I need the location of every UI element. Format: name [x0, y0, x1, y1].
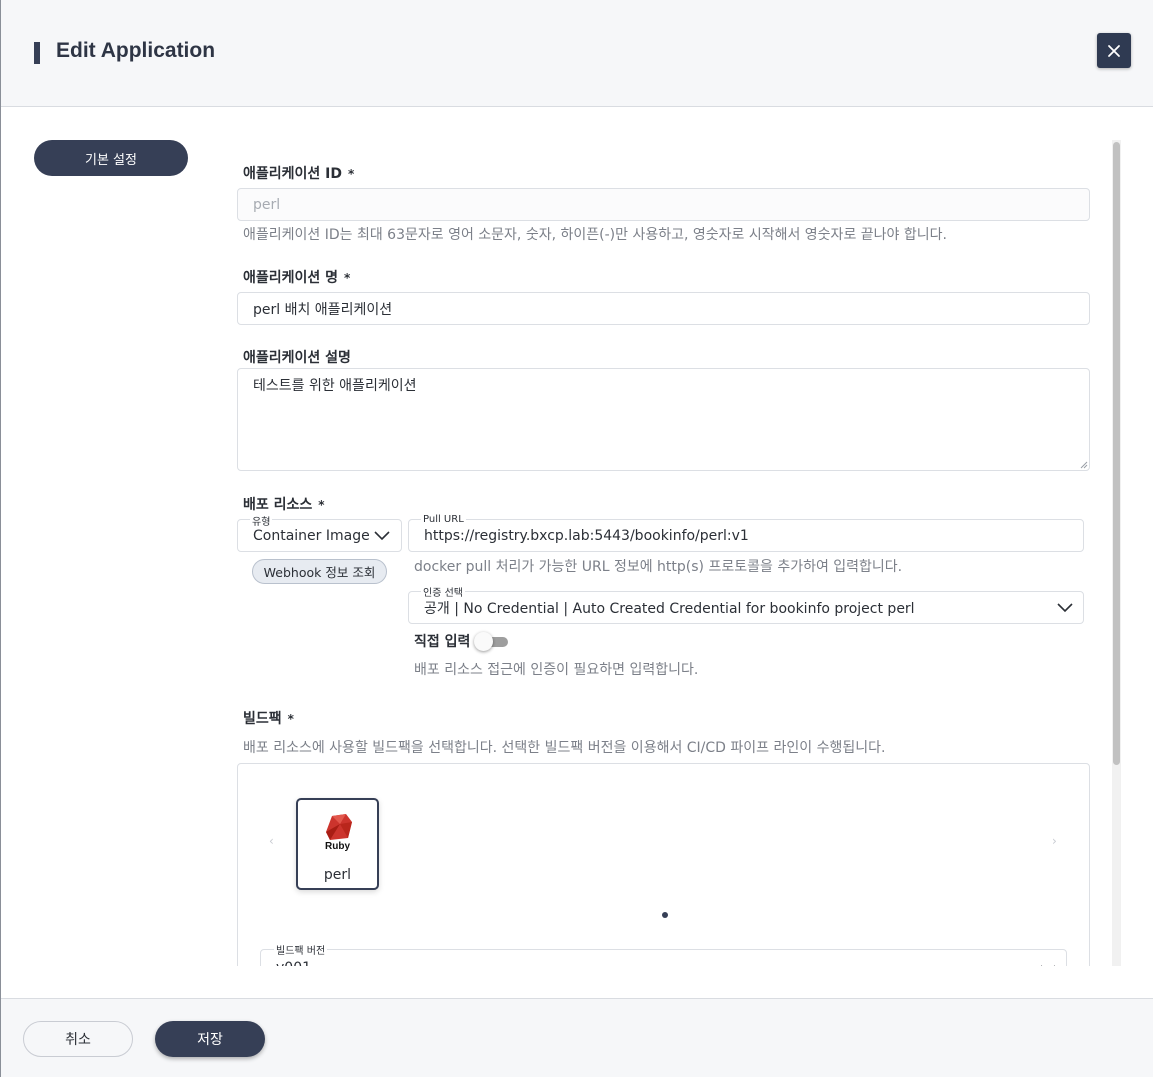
- buildpack-carousel: ‹ › Ruby perl 빌드팩 버전 v001: [237, 763, 1090, 966]
- buildpack-card-name: perl: [323, 867, 352, 883]
- deploy-resource-label: 배포 리소스 *: [243, 494, 325, 514]
- direct-input-help: 배포 리소스 접근에 인증이 필요하면 입력합니다.: [414, 662, 699, 678]
- chevron-down-icon: [1041, 965, 1055, 966]
- cancel-button[interactable]: 취소: [23, 1021, 133, 1057]
- carousel-dot[interactable]: [662, 912, 668, 918]
- form-panel: 애플리케이션 ID * perl 애플리케이션 ID는 최대 63문자로 영어 소…: [214, 140, 1112, 966]
- title-accent-bar: [34, 42, 40, 64]
- save-button[interactable]: 저장: [155, 1021, 265, 1057]
- pull-url-input[interactable]: https://registry.bxcp.lab:5443/bookinfo/…: [408, 519, 1084, 552]
- app-id-help: 애플리케이션 ID는 최대 63문자로 영어 소문자, 숫자, 하이픈(-)만 …: [243, 227, 947, 243]
- required-mark: *: [287, 712, 294, 726]
- buildpack-help: 배포 리소스에 사용할 빌드팩을 선택합니다. 선택한 빌드팩 버전을 이용해서…: [243, 740, 886, 756]
- required-mark: *: [344, 271, 351, 285]
- dialog-header: Edit Application: [1, 0, 1153, 107]
- auth-select[interactable]: 공개 | No Credential | Auto Created Creden…: [408, 591, 1084, 624]
- chevron-down-icon: [1057, 603, 1073, 613]
- app-id-label-text: 애플리케이션 ID: [243, 166, 342, 182]
- app-id-input[interactable]: perl: [237, 188, 1090, 221]
- required-mark: *: [318, 498, 325, 512]
- webhook-info-button[interactable]: Webhook 정보 조회: [252, 559, 387, 584]
- tab-basic-settings[interactable]: 기본 설정: [34, 140, 188, 176]
- direct-input-label: 직접 입력: [414, 634, 471, 650]
- buildpack-label-text: 빌드팩: [243, 711, 282, 727]
- auth-select-label: 인증 선택: [421, 584, 465, 599]
- auth-select-value: 공개 | No Credential | Auto Created Creden…: [424, 600, 915, 617]
- pull-url-label: Pull URL: [421, 514, 466, 525]
- app-name-input[interactable]: perl 배치 애플리케이션: [237, 292, 1090, 325]
- carousel-prev-icon[interactable]: ‹: [269, 834, 274, 848]
- close-button[interactable]: [1097, 33, 1131, 68]
- buildpack-card-perl[interactable]: Ruby perl: [296, 798, 379, 890]
- buildpack-logo-text: Ruby: [325, 841, 350, 852]
- chevron-down-icon: [374, 531, 390, 541]
- required-mark: *: [347, 167, 355, 181]
- resize-handle-icon[interactable]: [1080, 461, 1088, 469]
- app-name-label: 애플리케이션 명 *: [243, 267, 350, 287]
- dialog-title: Edit Application: [56, 39, 216, 62]
- window-edge: [0, 0, 1, 1077]
- ruby-logo-icon: [326, 814, 352, 840]
- pull-url-help: docker pull 처리가 가능한 URL 정보에 http(s) 프로토콜…: [414, 559, 903, 575]
- close-icon: [1108, 44, 1120, 57]
- buildpack-label: 빌드팩 *: [243, 708, 294, 728]
- app-id-label: 애플리케이션 ID *: [243, 163, 354, 183]
- app-name-label-text: 애플리케이션 명: [243, 270, 339, 286]
- carousel-next-icon[interactable]: ›: [1052, 834, 1057, 848]
- resource-type-label: 유형: [250, 513, 273, 528]
- direct-input-toggle-knob[interactable]: [474, 632, 493, 651]
- buildpack-version-value: v001: [276, 960, 311, 966]
- resource-type-value: Container Image: [253, 527, 370, 544]
- buildpack-version-select[interactable]: 빌드팩 버전 v001: [260, 942, 1067, 966]
- deploy-resource-label-text: 배포 리소스: [243, 497, 313, 513]
- app-desc-textarea[interactable]: 테스트를 위한 애플리케이션: [237, 368, 1090, 471]
- buildpack-version-label: 빌드팩 버전: [274, 942, 328, 957]
- scrollbar-thumb[interactable]: [1113, 142, 1120, 765]
- app-desc-label: 애플리케이션 설명: [243, 350, 351, 366]
